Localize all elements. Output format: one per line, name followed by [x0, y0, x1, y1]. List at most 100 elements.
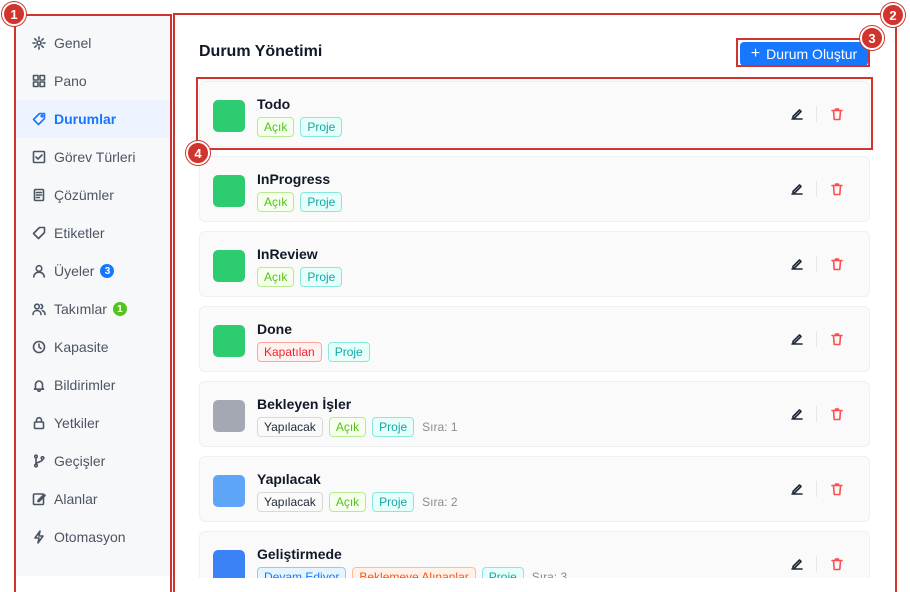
status-color-swatch	[213, 400, 245, 432]
trash-icon[interactable]	[829, 331, 845, 347]
sidebar-item-takimlar[interactable]: Takımlar 1	[16, 290, 170, 328]
annotation-marker-2: 2	[881, 3, 905, 27]
bell-icon	[32, 378, 46, 392]
status-row: InProgress Açık Proje	[199, 156, 870, 222]
status-tags: Yapılacak Açık Proje Sıra: 1	[257, 417, 458, 437]
sidebar-item-durumlar[interactable]: Durumlar	[16, 100, 170, 138]
sidebar-item-kapasite[interactable]: Kapasite	[16, 328, 170, 366]
document-icon	[32, 188, 46, 202]
sidebar-item-label: Yetkiler	[54, 415, 100, 431]
scope-tag: Proje	[300, 267, 343, 287]
status-row: InReview Açık Proje	[199, 231, 870, 297]
plus-icon: +	[750, 45, 761, 62]
sidebar-item-label: Pano	[54, 73, 87, 89]
tag-icon	[32, 112, 46, 126]
sidebar-item-otomasyon[interactable]: Otomasyon	[16, 518, 170, 556]
category-tag: Açık	[257, 192, 295, 212]
edit-icon[interactable]	[789, 556, 805, 572]
action-divider	[816, 331, 817, 347]
category-tag: Açık	[257, 117, 295, 137]
status-name: Geliştirmede	[257, 546, 342, 562]
status-color-swatch	[213, 175, 245, 207]
group-tag: Yapılacak	[257, 417, 323, 437]
user-icon	[32, 264, 46, 278]
scope-tag: Proje	[372, 492, 415, 512]
sidebar-item-cozumler[interactable]: Çözümler	[16, 176, 170, 214]
status-name: InProgress	[257, 171, 331, 187]
page-title: Durum Yönetimi	[199, 43, 323, 60]
create-status-button[interactable]: + Durum Oluştur	[740, 42, 868, 66]
status-tags: Açık Proje	[257, 117, 343, 137]
category-tag: Açık	[328, 492, 367, 512]
trash-icon[interactable]	[829, 556, 845, 572]
status-name: InReview	[257, 246, 318, 262]
scope-tag: Proje	[327, 342, 370, 362]
status-color-swatch	[213, 100, 245, 132]
sidebar-item-etiketler[interactable]: Etiketler	[16, 214, 170, 252]
scope-tag: Proje	[300, 192, 343, 212]
members-count-badge: 3	[100, 264, 115, 278]
edit-icon[interactable]	[789, 256, 805, 272]
sidebar-item-label: Geçişler	[54, 453, 106, 469]
sidebar-item-gorev-turleri[interactable]: Görev Türleri	[16, 138, 170, 176]
trash-icon[interactable]	[829, 406, 845, 422]
gear-icon	[32, 36, 46, 50]
status-tags: Yapılacak Açık Proje Sıra: 2	[257, 492, 458, 512]
action-divider	[816, 406, 817, 422]
group-tag: Beklemeye Alınanlar	[352, 567, 476, 578]
trash-icon[interactable]	[829, 181, 845, 197]
sidebar-item-label: Üyeler	[54, 263, 95, 279]
scope-tag: Proje	[481, 567, 524, 578]
status-tags: Açık Proje	[257, 267, 343, 287]
edit-icon[interactable]	[789, 106, 805, 122]
status-name: Bekleyen İşler	[257, 396, 352, 412]
edit-icon[interactable]	[789, 331, 805, 347]
status-row: Bekleyen İşler Yapılacak Açık Proje Sıra…	[199, 381, 870, 447]
sidebar-item-gecisler[interactable]: Geçişler	[16, 442, 170, 480]
sidebar-item-yetkiler[interactable]: Yetkiler	[16, 404, 170, 442]
status-row: Done Kapatılan Proje	[199, 306, 870, 372]
status-row: Todo Açık Proje	[199, 81, 870, 147]
category-tag: Devam Ediyor	[257, 567, 347, 578]
status-tags: Açık Proje	[257, 192, 343, 212]
teams-count-badge: 1	[112, 302, 127, 316]
sidebar-item-label: Çözümler	[54, 187, 114, 203]
sidebar-item-label: Görev Türleri	[54, 149, 136, 165]
edit-icon[interactable]	[789, 406, 805, 422]
action-divider	[816, 481, 817, 497]
status-order: Sıra: 2	[422, 495, 458, 509]
annotation-marker-1: 1	[2, 2, 26, 26]
edit-icon[interactable]	[789, 481, 805, 497]
sidebar-item-uyeler[interactable]: Üyeler 3	[16, 252, 170, 290]
clock-icon	[32, 340, 46, 354]
status-color-swatch	[213, 250, 245, 282]
sidebar-item-label: Takımlar	[54, 301, 107, 317]
trash-icon[interactable]	[829, 481, 845, 497]
action-divider	[816, 181, 817, 197]
trash-icon[interactable]	[829, 256, 845, 272]
checkbox-icon	[32, 150, 46, 164]
sidebar-item-label: Bildirimler	[54, 377, 116, 393]
settings-sidebar: Genel Pano Durumlar Görev Türleri Çözüml…	[16, 14, 170, 576]
edit-icon[interactable]	[789, 181, 805, 197]
trash-icon[interactable]	[829, 106, 845, 122]
create-status-label: Durum Oluştur	[766, 46, 858, 62]
category-tag: Açık	[257, 267, 295, 287]
status-color-swatch	[213, 325, 245, 357]
team-icon	[32, 302, 46, 316]
group-tag: Yapılacak	[257, 492, 323, 512]
sidebar-item-bildirimler[interactable]: Bildirimler	[16, 366, 170, 404]
sidebar-item-alanlar[interactable]: Alanlar	[16, 480, 170, 518]
action-divider	[816, 106, 817, 122]
sidebar-item-pano[interactable]: Pano	[16, 62, 170, 100]
edit-form-icon	[32, 492, 46, 506]
sidebar-item-label: Etiketler	[54, 225, 105, 241]
status-name: Yapılacak	[257, 471, 321, 487]
status-order: Sıra: 1	[422, 420, 458, 434]
action-divider	[816, 256, 817, 272]
sidebar-item-genel[interactable]: Genel	[16, 24, 170, 62]
annotation-marker-4: 4	[186, 141, 210, 165]
scope-tag: Proje	[300, 117, 343, 137]
lock-icon	[32, 416, 46, 430]
status-row: Geliştirmede Devam Ediyor Beklemeye Alın…	[199, 531, 870, 578]
